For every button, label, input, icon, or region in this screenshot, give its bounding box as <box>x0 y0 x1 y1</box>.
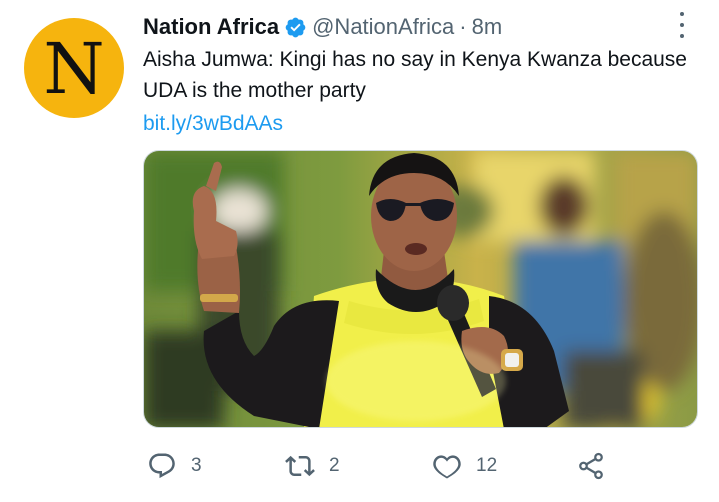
handle[interactable]: @NationAfrica <box>312 14 454 40</box>
retweet-button[interactable]: 2 <box>285 448 340 484</box>
tweet[interactable]: N Nation Africa @NationAfrica · 8m Aisha… <box>0 0 719 502</box>
tweet-link[interactable]: bit.ly/3wBdAAs <box>143 108 283 139</box>
share-icon <box>579 452 603 480</box>
retweet-count: 2 <box>329 455 340 476</box>
reply-count: 3 <box>191 455 202 476</box>
verified-badge-icon <box>285 17 306 37</box>
like-count: 12 <box>476 455 498 476</box>
more-options-icon[interactable] <box>672 12 692 38</box>
more-dot <box>680 23 684 27</box>
photo-speaker-with-microphone <box>144 151 697 427</box>
avatar-logo-letter: N <box>43 28 105 110</box>
share-button[interactable] <box>576 448 606 484</box>
separator-dot: · <box>459 14 467 39</box>
tweet-text: Aisha Jumwa: Kingi has no say in Kenya K… <box>143 48 687 102</box>
tweet-header: Nation Africa @NationAfrica · 8m <box>143 10 502 44</box>
timestamp[interactable]: 8m <box>472 14 503 40</box>
more-dot <box>680 34 684 38</box>
reply-icon <box>149 453 175 479</box>
retweet-icon <box>285 455 315 477</box>
more-dot <box>680 12 684 16</box>
like-icon <box>433 455 461 479</box>
display-name[interactable]: Nation Africa <box>143 14 279 40</box>
tweet-actions: 3 2 12 <box>143 448 703 484</box>
like-button[interactable]: 12 <box>432 448 497 484</box>
reply-button[interactable]: 3 <box>147 448 202 484</box>
tweet-image[interactable] <box>143 150 698 428</box>
avatar[interactable]: N <box>24 18 124 118</box>
